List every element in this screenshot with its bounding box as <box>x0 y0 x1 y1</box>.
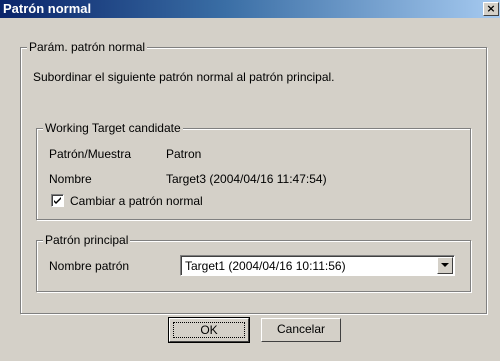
nombre-patron-value: Target1 (2004/04/16 10:11:56) <box>185 259 346 273</box>
nombre-label: Nombre <box>49 172 92 186</box>
patron-muestra-value: Patron <box>166 147 202 161</box>
nombre-value: Target3 (2004/04/16 11:47:54) <box>166 172 327 186</box>
chevron-down-icon <box>441 263 449 267</box>
outer-group-legend: Parám. patrón normal <box>27 40 148 54</box>
principal-group-legend: Patrón principal <box>43 233 131 247</box>
nombre-patron-label: Nombre patrón <box>49 259 130 273</box>
dialog-window: Patrón normal × Parám. patrón normal Sub… <box>0 0 500 361</box>
candidate-group-legend: Working Target candidate <box>43 121 183 135</box>
cambiar-checkbox[interactable] <box>51 194 64 207</box>
patron-muestra-label: Patrón/Muestra <box>49 147 132 161</box>
title-bar[interactable]: Patrón normal × <box>0 0 500 18</box>
cambiar-checkbox-label[interactable]: Cambiar a patrón normal <box>70 194 203 208</box>
close-icon: × <box>486 2 496 15</box>
window-title: Patrón normal <box>3 1 92 16</box>
nombre-patron-select[interactable]: Target1 (2004/04/16 10:11:56) <box>180 255 455 276</box>
cancel-button[interactable]: Cancelar <box>261 318 341 342</box>
ok-button[interactable]: OK <box>168 317 250 343</box>
dropdown-button[interactable] <box>437 257 453 274</box>
description-text: Subordinar el siguiente patrón normal al… <box>33 70 335 84</box>
checkmark-icon <box>54 197 61 204</box>
close-button[interactable]: × <box>483 2 499 16</box>
ok-focus-rect: OK <box>173 322 245 338</box>
ok-button-label: OK <box>200 323 218 337</box>
cancel-button-label: Cancelar <box>276 322 326 336</box>
